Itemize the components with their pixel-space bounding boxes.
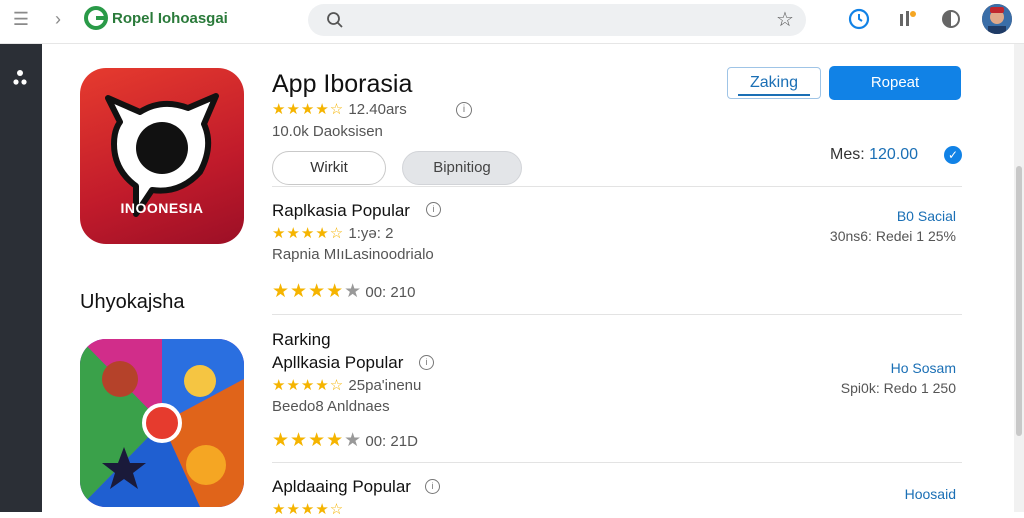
list-item-title[interactable]: Apldaaing Popular bbox=[272, 477, 411, 497]
rail-dots-icon[interactable] bbox=[10, 68, 30, 92]
section-title: Uhyokajsha bbox=[80, 291, 185, 313]
brand-name: Ropel Iohoasgai bbox=[112, 10, 228, 27]
description-button[interactable]: Bipnitiog bbox=[402, 151, 522, 185]
meta-value: 120.00 bbox=[869, 146, 919, 163]
list-item-desc: Beedo8 Anldnaes bbox=[272, 398, 390, 415]
avatar[interactable] bbox=[982, 4, 1012, 34]
star-empty-icon: ★ bbox=[344, 430, 362, 451]
list-item-tag[interactable]: Ho Sosam bbox=[891, 360, 956, 376]
star-empty-icon: ★ bbox=[344, 281, 362, 302]
downloads-count: 10.0k Daoksisen bbox=[272, 123, 383, 140]
ranking-underline bbox=[738, 94, 810, 96]
info-icon[interactable]: i bbox=[426, 202, 441, 217]
star-rating-icon: ★★★★ bbox=[272, 281, 345, 302]
star-rating-icon: ★★★★☆ bbox=[272, 377, 345, 394]
list-item-desc: Rapnia MIıLasinoodrialo bbox=[272, 246, 434, 263]
list-item-rating: ★★★★☆ 25pa'inenu bbox=[272, 377, 422, 394]
list-item-rating: ★★★★☆ 1:yə: 2 bbox=[272, 225, 394, 242]
list-item-tag[interactable]: Hoosaid bbox=[905, 486, 956, 502]
verified-check-icon: ✓ bbox=[944, 146, 962, 164]
list-item-tag-sub: 30ns6: Redei 1 25% bbox=[829, 228, 956, 244]
app-icon[interactable]: INOONESIA bbox=[80, 68, 244, 244]
list-item-score: ★★★★★ 00: 210 bbox=[272, 281, 416, 302]
bookmark-star-icon[interactable]: ☆ bbox=[774, 9, 796, 31]
logo-icon bbox=[84, 6, 108, 30]
ranking-heading: Rarking bbox=[272, 330, 331, 349]
list-item-tag-sub: Spi0k: Redo 1 250 bbox=[840, 380, 956, 396]
list-item-score: ★★★★★ 00: 21D bbox=[272, 430, 418, 451]
app-rating: ★★★★☆ 12.40ars bbox=[272, 100, 407, 118]
clock-icon[interactable] bbox=[848, 8, 870, 30]
download-icon[interactable] bbox=[896, 8, 918, 30]
app-icon-graphic bbox=[105, 93, 219, 217]
report-button[interactable]: Ropeat bbox=[829, 66, 961, 100]
divider bbox=[272, 314, 962, 315]
rating-text: 12.40ars bbox=[348, 101, 407, 118]
meta-label: Mes: bbox=[830, 146, 865, 163]
left-rail bbox=[0, 44, 42, 512]
meta-row: Mes: 120.00 bbox=[830, 146, 918, 164]
game-icon-graphic bbox=[80, 339, 244, 507]
star-rating-icon: ★★★★ bbox=[272, 430, 345, 451]
chevron-right-icon[interactable]: › bbox=[48, 8, 68, 30]
app-icon-label: INOONESIA bbox=[120, 200, 204, 216]
star-rating-icon: ★★★★☆ bbox=[272, 501, 345, 518]
top-bar: ☰ › Ropel Iohoasgai ☆ bbox=[0, 0, 1024, 44]
star-rating-icon: ★★★★☆ bbox=[272, 225, 345, 242]
search-icon bbox=[327, 12, 343, 28]
info-icon[interactable]: i bbox=[456, 102, 472, 118]
star-rating-icon: ★★★★☆ bbox=[272, 101, 345, 118]
theme-icon[interactable] bbox=[940, 8, 962, 30]
game-app-icon[interactable] bbox=[80, 339, 244, 507]
scrollbar-thumb[interactable] bbox=[1016, 166, 1022, 436]
menu-icon[interactable]: ☰ bbox=[10, 8, 32, 30]
info-icon[interactable]: i bbox=[425, 479, 440, 494]
list-item-title[interactable]: Raplkasia Popular bbox=[272, 201, 410, 221]
divider bbox=[272, 462, 962, 463]
list-item-rating: ★★★★☆ bbox=[272, 500, 344, 518]
search-input[interactable]: ☆ bbox=[308, 4, 806, 36]
divider bbox=[272, 186, 962, 187]
app-title: App Iborasia bbox=[272, 70, 413, 98]
wishlist-button[interactable]: Wirkit bbox=[272, 151, 386, 185]
list-item-tag[interactable]: B0 Sacial bbox=[897, 208, 956, 224]
info-icon[interactable]: i bbox=[419, 355, 434, 370]
list-item-title[interactable]: Apllkasia Popular bbox=[272, 353, 403, 373]
